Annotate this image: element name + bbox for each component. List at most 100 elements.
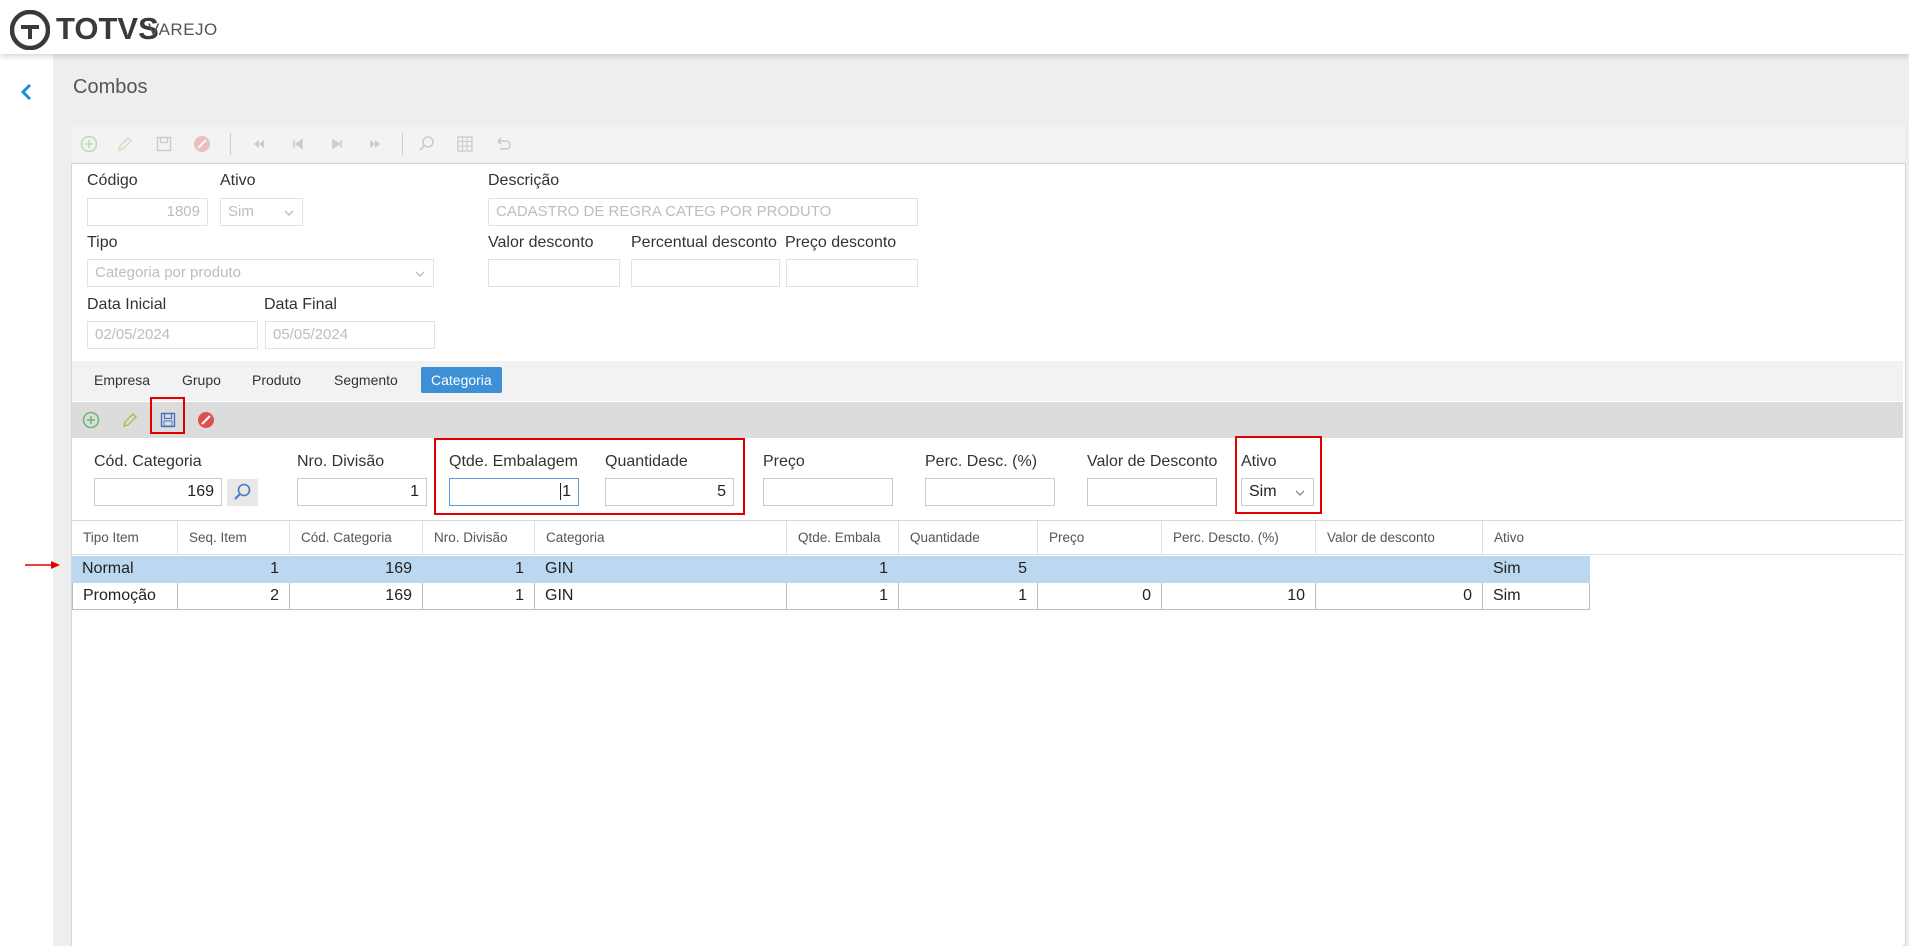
grid-cell: 1 — [899, 583, 1038, 610]
next-record-icon[interactable] — [328, 135, 346, 153]
descricao-label: Descrição — [488, 172, 560, 189]
qtde-embalagem-field[interactable]: 1 — [449, 478, 579, 506]
cancel-icon[interactable] — [197, 411, 215, 429]
grid-cell: 169 — [290, 556, 423, 583]
grid-cell: 1 — [423, 583, 535, 610]
perc-desc-field[interactable] — [925, 478, 1055, 506]
valor-desconto-field[interactable] — [488, 259, 620, 287]
add-icon[interactable] — [82, 411, 100, 429]
data-final-label: Data Final — [264, 296, 337, 313]
nro-divisao-field[interactable]: 1 — [297, 478, 427, 506]
cat-ativo-label: Ativo — [1241, 453, 1277, 470]
brand-name: TOTVS — [56, 11, 159, 46]
grid-cell: 169 — [290, 583, 423, 610]
valor-de-desconto-field[interactable] — [1087, 478, 1217, 506]
grid-header-cell[interactable]: Valor de desconto — [1316, 521, 1483, 555]
grid-header-cell[interactable]: Nro. Divisão — [423, 521, 535, 555]
add-icon[interactable] — [80, 135, 98, 153]
grid-header-cell[interactable]: Tipo Item — [72, 521, 178, 555]
ativo-select[interactable]: Sim — [220, 198, 303, 226]
arrow-right-icon — [25, 561, 60, 569]
grid-header-cell[interactable]: Quantidade — [899, 521, 1038, 555]
tab-bar: Empresa Grupo Produto Segmento Categoria — [72, 361, 1903, 401]
grid-cell: 0 — [1038, 583, 1162, 610]
undo-icon[interactable] — [494, 135, 512, 153]
preco-desconto-label: Preço desconto — [785, 234, 897, 251]
tab-segmento[interactable]: Segmento — [324, 367, 408, 393]
cat-ativo-select-value: Sim — [1249, 483, 1277, 500]
grid-header-cell[interactable]: Cód. Categoria — [290, 521, 423, 555]
toolbar-separator — [402, 133, 403, 155]
valor-desconto-label: Valor desconto — [488, 234, 594, 251]
chevron-down-icon — [1295, 490, 1305, 496]
cod-categoria-label: Cód. Categoria — [94, 453, 202, 470]
chevron-left-icon[interactable] — [17, 82, 37, 102]
ativo-select-value: Sim — [228, 203, 254, 220]
edit-icon[interactable] — [116, 135, 134, 153]
grid-header-cell[interactable]: Categoria — [535, 521, 787, 555]
grid-cell — [1316, 556, 1483, 583]
cancel-icon[interactable] — [193, 135, 211, 153]
qtde-embalagem-label: Qtde. Embalagem — [449, 453, 578, 470]
grid-header: Tipo Item Seq. Item Cód. Categoria Nro. … — [72, 521, 1903, 555]
grid-cell — [1038, 556, 1162, 583]
grid-view-icon[interactable] — [456, 135, 474, 153]
toolbar-separator — [230, 133, 231, 155]
grid-cell: Normal — [72, 556, 178, 583]
ativo-label: Ativo — [220, 172, 256, 189]
brand-subtitle: VAREJO — [148, 20, 218, 39]
edit-icon[interactable] — [121, 411, 139, 429]
save-icon[interactable] — [155, 135, 173, 153]
left-sidebar — [0, 54, 53, 946]
grid-header-cell[interactable]: Preço — [1038, 521, 1162, 555]
last-record-icon[interactable] — [366, 135, 384, 153]
app-header: TOTVS VAREJO — [0, 0, 1909, 54]
grid-cell: 1 — [787, 556, 899, 583]
cat-ativo-select[interactable]: Sim — [1241, 478, 1314, 506]
search-icon[interactable] — [418, 135, 436, 153]
tab-categoria[interactable]: Categoria — [421, 367, 502, 393]
grid-cell: GIN — [535, 556, 787, 583]
items-grid: Tipo Item Seq. Item Cód. Categoria Nro. … — [72, 520, 1903, 946]
grid-header-cell[interactable]: Ativo — [1483, 521, 1590, 555]
preco-field[interactable] — [763, 478, 893, 506]
first-record-icon[interactable] — [250, 135, 268, 153]
grid-cell: 2 — [178, 583, 290, 610]
data-inicial-label: Data Inicial — [87, 296, 167, 313]
page-title: Combos — [73, 76, 148, 98]
data-final-field[interactable]: 05/05/2024 — [265, 321, 435, 349]
descricao-field[interactable]: CADASTRO DE REGRA CATEG POR PRODUTO — [488, 198, 918, 226]
cod-categoria-field[interactable]: 169 — [94, 478, 222, 506]
preco-label: Preço — [763, 453, 805, 470]
valor-de-desconto-label: Valor de Desconto — [1087, 453, 1218, 470]
grid-cell: 0 — [1316, 583, 1483, 610]
chevron-down-icon — [415, 271, 425, 277]
tab-grupo[interactable]: Grupo — [172, 367, 231, 393]
percentual-desconto-field[interactable] — [631, 259, 780, 287]
grid-cell: 1 — [787, 583, 899, 610]
category-toolbar — [72, 402, 1903, 438]
grid-cell: Sim — [1483, 583, 1590, 610]
main-toolbar — [72, 127, 1905, 161]
preco-desconto-field[interactable] — [786, 259, 918, 287]
grid-cell: 1 — [178, 556, 290, 583]
perc-desc-label: Perc. Desc. (%) — [925, 453, 1038, 470]
codigo-field[interactable]: 1809 — [87, 198, 208, 226]
tab-produto[interactable]: Produto — [242, 367, 311, 393]
previous-record-icon[interactable] — [289, 135, 307, 153]
grid-header-cell[interactable]: Qtde. Embala — [787, 521, 899, 555]
grid-cell: 1 — [423, 556, 535, 583]
grid-cell: Sim — [1483, 556, 1590, 583]
grid-header-cell[interactable]: Perc. Descto. (%) — [1162, 521, 1316, 555]
qtde-embalagem-value: 1 — [562, 483, 571, 500]
grid-cell: Promoção — [72, 583, 178, 610]
quantidade-field[interactable]: 5 — [605, 478, 734, 506]
data-inicial-field[interactable]: 02/05/2024 — [87, 321, 258, 349]
save-icon[interactable] — [159, 411, 177, 429]
tipo-select[interactable]: Categoria por produto — [87, 259, 434, 287]
tipo-label: Tipo — [87, 234, 118, 251]
tab-empresa[interactable]: Empresa — [84, 367, 160, 393]
codigo-label: Código — [87, 172, 138, 189]
search-icon[interactable] — [227, 479, 258, 506]
grid-header-cell[interactable]: Seq. Item — [178, 521, 290, 555]
